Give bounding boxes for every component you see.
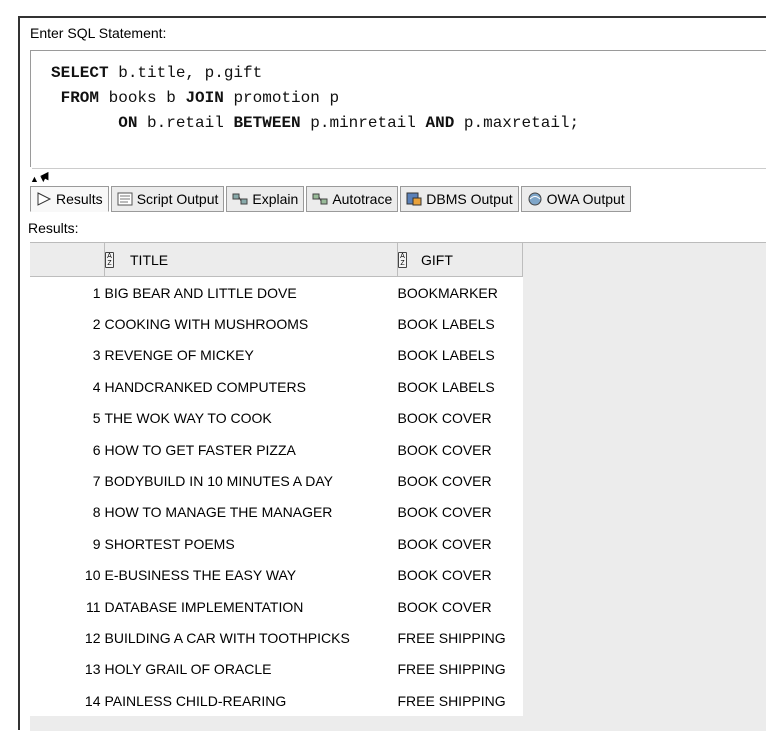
row-number-cell[interactable]: 11 xyxy=(30,591,105,622)
row-number-cell[interactable]: 1 xyxy=(30,277,105,309)
gift-cell[interactable]: BOOK COVER xyxy=(398,497,523,528)
table-row[interactable]: 11 DATABASE IMPLEMENTATION BOOK COVER xyxy=(30,591,523,622)
row-number-cell[interactable]: 8 xyxy=(30,497,105,528)
tab-results-label: Results xyxy=(56,191,103,207)
table-row[interactable]: 10 E-BUSINESS THE EASY WAY BOOK COVER xyxy=(30,560,523,591)
title-cell[interactable]: COOKING WITH MUSHROOMS xyxy=(105,308,398,339)
table-row[interactable]: 12 BUILDING A CAR WITH TOOTHPICKS FREE SHI… xyxy=(30,622,523,653)
tab-owa-output-label: OWA Output xyxy=(546,191,625,207)
table-row[interactable]: 9 SHORTEST POEMS BOOK COVER xyxy=(30,528,523,559)
row-number-cell[interactable]: 12 xyxy=(30,622,105,653)
gift-cell[interactable]: BOOK COVER xyxy=(398,403,523,434)
column-header-gift[interactable]: A Z GIFT xyxy=(397,243,523,277)
gift-cell[interactable]: FREE SHIPPING xyxy=(398,685,523,716)
output-tabs: Results Script Output Explain Autotrace … xyxy=(30,186,766,214)
table-row[interactable]: 2 COOKING WITH MUSHROOMS BOOK LABELS xyxy=(30,308,523,339)
grid-header-row: A Z TITLE A Z GIFT xyxy=(30,243,523,277)
gift-cell[interactable]: FREE SHIPPING xyxy=(398,622,523,653)
table-row[interactable]: 14 PAINLESS CHILD-REARING FREE SHIPPING xyxy=(30,685,523,716)
title-cell[interactable]: E-BUSINESS THE EASY WAY xyxy=(105,560,398,591)
tab-results[interactable]: Results xyxy=(30,186,109,212)
table-row[interactable]: 13 HOLY GRAIL OF ORACLE FREE SHIPPING xyxy=(30,654,523,685)
row-number-cell[interactable]: 14 xyxy=(30,685,105,716)
title-cell[interactable]: SHORTEST POEMS xyxy=(105,528,398,559)
sql-worksheet: Enter SQL Statement: SELECT b.title, p.g… xyxy=(18,16,766,731)
dbms-icon xyxy=(406,192,422,206)
row-number-header xyxy=(30,243,105,277)
autotrace-icon xyxy=(312,193,328,205)
tab-owa-output[interactable]: OWA Output xyxy=(520,186,631,212)
row-number-cell[interactable]: 2 xyxy=(30,308,105,339)
row-number-cell[interactable]: 6 xyxy=(30,434,105,465)
column-type-icon: AZ xyxy=(105,251,114,268)
sql-text[interactable]: SELECT b.title, p.gift FROM books b JOIN… xyxy=(51,61,579,136)
title-cell[interactable]: DATABASE IMPLEMENTATION xyxy=(105,591,398,622)
table-row[interactable]: 6 HOW TO GET FASTER PIZZA BOOK COVER xyxy=(30,434,523,465)
table-row[interactable]: 7 BODYBUILD IN 10 MINUTES A DAY BOOK COVER xyxy=(30,465,523,496)
title-cell[interactable]: HOW TO MANAGE THE MANAGER xyxy=(105,497,398,528)
gift-cell[interactable]: BOOK LABELS xyxy=(398,371,523,402)
title-cell[interactable]: BUILDING A CAR WITH TOOTHPICKS xyxy=(105,622,398,653)
table-row[interactable]: 1 BIG BEAR AND LITTLE DOVE BOOKMARKER xyxy=(30,277,523,309)
results-label: Results: xyxy=(28,220,79,236)
table-row[interactable]: 3 REVENGE OF MICKEY BOOK LABELS xyxy=(30,340,523,371)
gift-cell[interactable]: BOOKMARKER xyxy=(398,277,523,309)
row-number-cell[interactable]: 10 xyxy=(30,560,105,591)
row-number-cell[interactable]: 3 xyxy=(30,340,105,371)
column-gift-label: GIFT xyxy=(421,251,453,268)
table-row[interactable]: 8 HOW TO MANAGE THE MANAGER BOOK COVER xyxy=(30,497,523,528)
tab-autotrace-label: Autotrace xyxy=(332,191,393,207)
row-number-cell[interactable]: 9 xyxy=(30,528,105,559)
horizontal-scrollbar[interactable]: ◀ xyxy=(32,168,766,183)
sql-editor[interactable]: SELECT b.title, p.gift FROM books b JOIN… xyxy=(30,50,766,167)
row-number-cell[interactable]: 5 xyxy=(30,403,105,434)
tab-dbms-output[interactable]: DBMS Output xyxy=(400,186,519,212)
play-icon xyxy=(37,192,52,206)
gift-cell[interactable]: BOOK COVER xyxy=(398,591,523,622)
tab-explain-label: Explain xyxy=(252,191,299,207)
tab-script-output[interactable]: Script Output xyxy=(110,186,225,212)
results-grid: A Z TITLE A Z GIFT 1 BIG BEAR AND LITTLE DOVE… xyxy=(30,243,523,717)
gift-cell[interactable]: FREE SHIPPING xyxy=(398,654,523,685)
gift-cell[interactable]: BOOK COVER xyxy=(398,434,523,465)
tab-dbms-output-label: DBMS Output xyxy=(426,191,513,207)
table-row[interactable]: 5 THE WOK WAY TO COOK BOOK COVER xyxy=(30,403,523,434)
results-grid-area: A Z TITLE A Z GIFT 1 BIG BEAR AND LITTLE DOVE… xyxy=(30,242,766,731)
column-title-label: TITLE xyxy=(130,251,169,268)
title-cell[interactable]: HANDCRANKED COMPUTERS xyxy=(105,371,398,402)
title-cell[interactable]: THE WOK WAY TO COOK xyxy=(105,403,398,434)
splitter-arrows-icon[interactable]: ▲▼ xyxy=(30,175,48,184)
title-cell[interactable]: HOW TO GET FASTER PIZZA xyxy=(105,434,398,465)
gift-cell[interactable]: BOOK LABELS xyxy=(398,340,523,371)
editor-label: Enter SQL Statement: xyxy=(30,25,167,41)
tab-script-output-label: Script Output xyxy=(136,191,219,207)
gift-cell[interactable]: BOOK LABELS xyxy=(398,308,523,339)
column-header-title[interactable]: A Z TITLE xyxy=(104,243,398,277)
gift-cell[interactable]: BOOK COVER xyxy=(398,560,523,591)
row-number-cell[interactable]: 13 xyxy=(30,654,105,685)
tab-autotrace[interactable]: Autotrace xyxy=(306,186,399,212)
title-cell[interactable]: BODYBUILD IN 10 MINUTES A DAY xyxy=(105,465,398,496)
title-cell[interactable]: HOLY GRAIL OF ORACLE xyxy=(105,654,398,685)
title-cell[interactable]: PAINLESS CHILD-REARING xyxy=(105,685,398,716)
gift-cell[interactable]: BOOK COVER xyxy=(398,465,523,496)
script-icon xyxy=(117,192,133,206)
column-type-icon: AZ xyxy=(398,251,407,268)
title-cell[interactable]: REVENGE OF MICKEY xyxy=(105,340,398,371)
row-number-cell[interactable]: 4 xyxy=(30,371,105,402)
owa-icon xyxy=(528,192,542,206)
table-row[interactable]: 4 HANDCRANKED COMPUTERS BOOK LABELS xyxy=(30,371,523,402)
gift-cell[interactable]: BOOK COVER xyxy=(398,528,523,559)
title-cell[interactable]: BIG BEAR AND LITTLE DOVE xyxy=(105,277,398,309)
tab-explain[interactable]: Explain xyxy=(226,186,305,212)
row-number-cell[interactable]: 7 xyxy=(30,465,105,496)
explain-icon xyxy=(232,193,248,205)
